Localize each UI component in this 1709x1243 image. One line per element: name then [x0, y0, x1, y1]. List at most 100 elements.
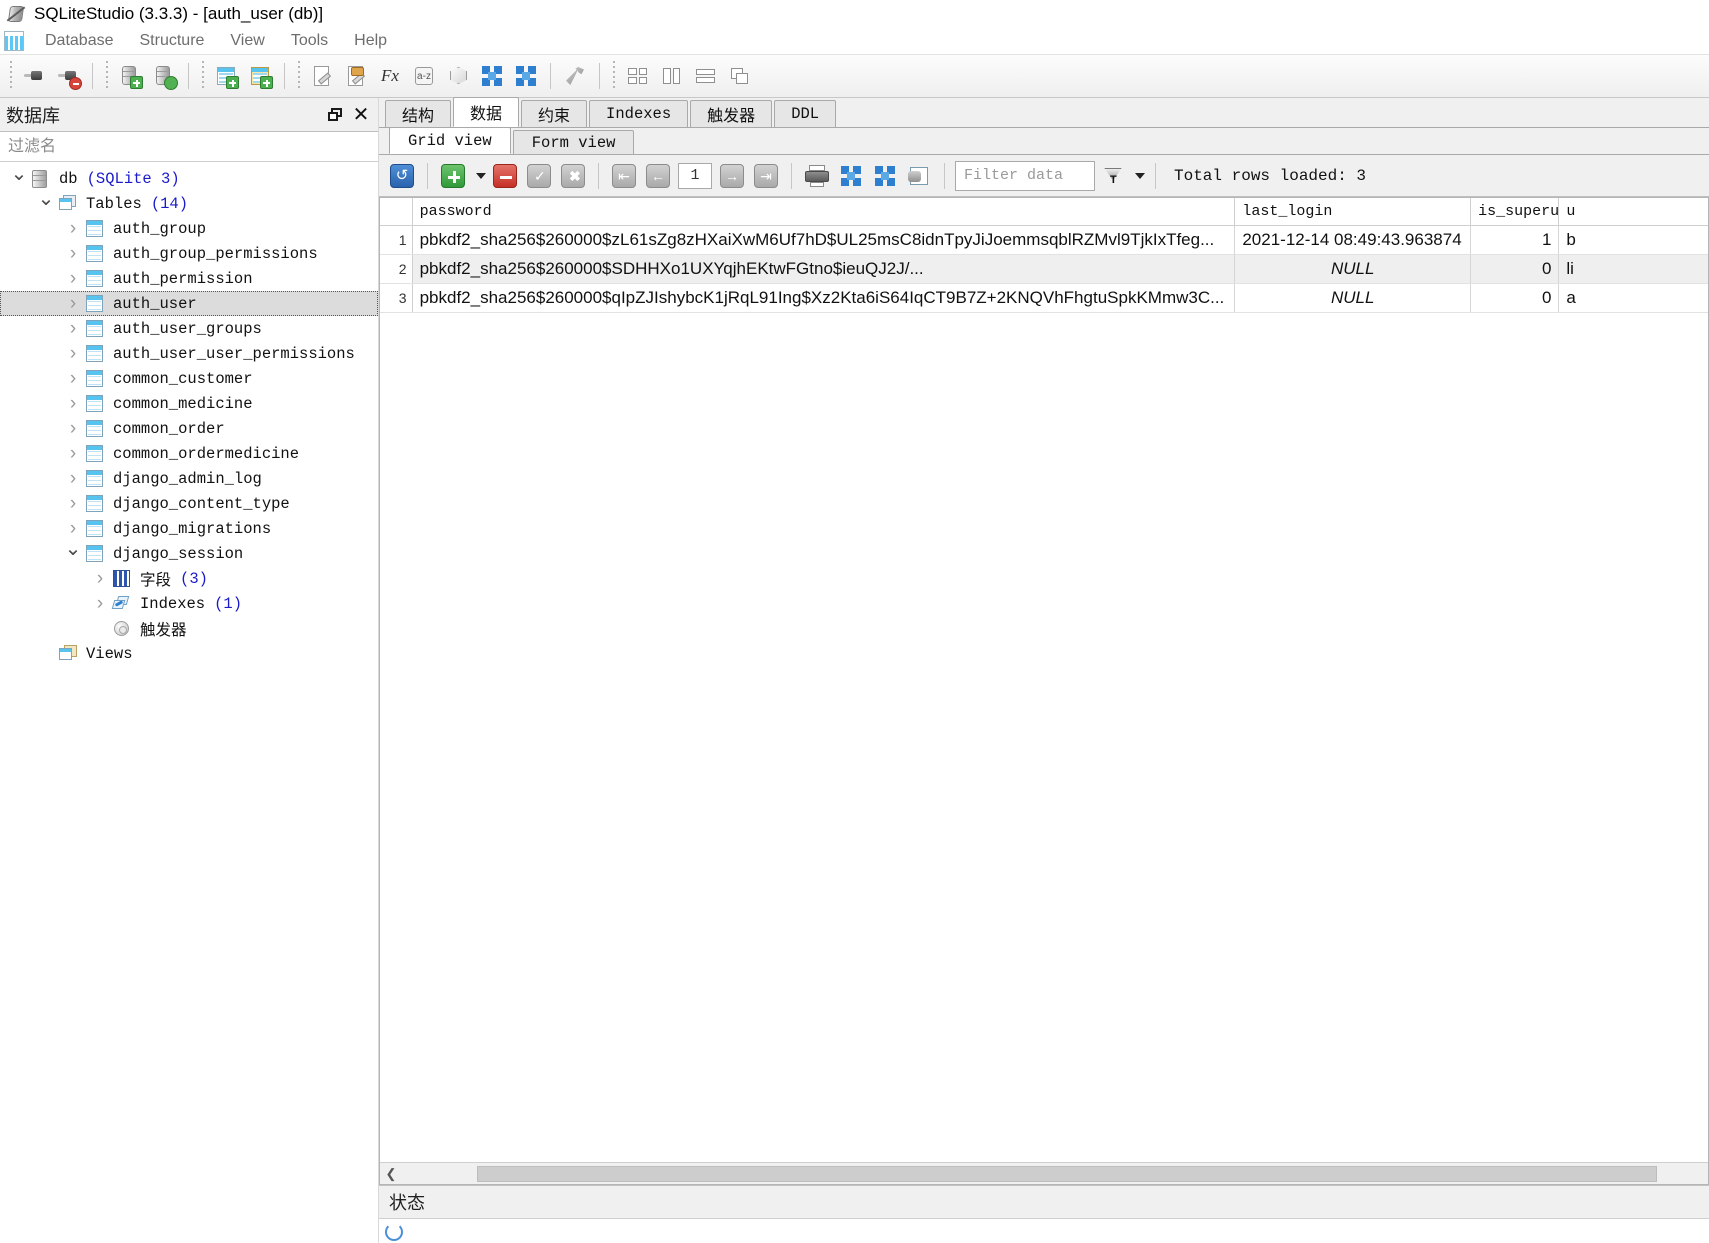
- chevron-down-icon[interactable]: [62, 541, 84, 566]
- tree-node-common-ordermedicine[interactable]: common_ordermedicine: [0, 441, 378, 466]
- chevron-right-icon[interactable]: [62, 468, 84, 490]
- create-table-button[interactable]: [209, 59, 243, 93]
- tab-indexes[interactable]: Indexes: [589, 100, 689, 127]
- chevron-down-icon[interactable]: [35, 191, 57, 216]
- tree-node-django-migrations[interactable]: django_migrations: [0, 516, 378, 541]
- tree-node-triggers[interactable]: 触发器: [0, 616, 378, 641]
- refresh-button[interactable]: ↺: [385, 159, 419, 193]
- first-page-button[interactable]: ⇤: [607, 159, 641, 193]
- grid-export-button[interactable]: [868, 159, 902, 193]
- next-page-button[interactable]: →: [715, 159, 749, 193]
- chevron-right-icon[interactable]: [62, 368, 84, 390]
- chevron-down-icon[interactable]: [8, 166, 30, 191]
- custom-sql-functions-button[interactable]: Fx: [373, 59, 407, 93]
- chevron-right-icon[interactable]: [62, 343, 84, 365]
- tree-node-auth-group[interactable]: auth_group: [0, 216, 378, 241]
- column-header[interactable]: u: [1558, 198, 1708, 226]
- rollback-button[interactable]: ✖: [556, 159, 590, 193]
- chevron-right-icon[interactable]: [62, 293, 84, 315]
- subtab-form-view[interactable]: Form view: [512, 130, 635, 154]
- tile-windows-button[interactable]: [620, 59, 654, 93]
- previous-page-button[interactable]: ←: [641, 159, 675, 193]
- tile-vertically-button[interactable]: [654, 59, 688, 93]
- scroll-left-icon[interactable]: ❮: [380, 1163, 402, 1184]
- chevron-right-icon[interactable]: [62, 318, 84, 340]
- table-editor-tabbar[interactable]: 结构 数据 约束 Indexes 触发器 DDL: [379, 97, 1709, 128]
- commit-button[interactable]: ✓: [522, 159, 556, 193]
- data-grid[interactable]: password last_login is_superu u 1 pbkdf2_sha…: [380, 198, 1708, 313]
- last-page-button[interactable]: ⇥: [749, 159, 783, 193]
- cell-last-login[interactable]: NULL: [1234, 254, 1472, 284]
- chevron-right-icon[interactable]: [62, 418, 84, 440]
- filter-data-input[interactable]: [962, 166, 1088, 185]
- menu-help[interactable]: Help: [341, 29, 400, 53]
- table-row[interactable]: 3 pbkdf2_sha256$260000$qIpZJIshybcK1jRqL9…: [380, 283, 1708, 313]
- tree-node-views[interactable]: Views: [0, 641, 378, 666]
- menu-structure[interactable]: Structure: [127, 29, 218, 53]
- toolbar-grip[interactable]: [199, 61, 206, 91]
- disconnect-from-database-button[interactable]: [51, 59, 85, 93]
- float-dock-button[interactable]: [324, 104, 346, 126]
- toolbar-grip[interactable]: [103, 61, 110, 91]
- horizontal-scroll-thumb[interactable]: [477, 1165, 1657, 1182]
- tab-constraints[interactable]: 约束: [521, 100, 588, 127]
- insert-row-dropdown-button[interactable]: [470, 159, 488, 193]
- filter-mode-button[interactable]: [1095, 159, 1129, 193]
- edit-database-button[interactable]: [147, 59, 181, 93]
- chevron-right-icon[interactable]: [62, 243, 84, 265]
- chevron-right-icon[interactable]: [62, 393, 84, 415]
- column-header[interactable]: is_superu: [1470, 198, 1560, 226]
- table-row[interactable]: 1 pbkdf2_sha256$260000$zL61sZg8zHXaiXwM6U…: [380, 225, 1708, 255]
- cell-last-login[interactable]: 2021-12-14 08:49:43.963874: [1234, 225, 1472, 255]
- add-database-button[interactable]: [113, 59, 147, 93]
- page-number-input[interactable]: 1: [678, 162, 712, 189]
- cell-password[interactable]: pbkdf2_sha256$260000$zL61sZg8zHXaiXwM6Uf…: [412, 225, 1236, 255]
- data-grid-header-row[interactable]: password last_login is_superu u: [380, 198, 1708, 226]
- import-button[interactable]: [475, 59, 509, 93]
- chevron-right-icon[interactable]: [62, 443, 84, 465]
- export-button[interactable]: [509, 59, 543, 93]
- cell-is-superuser[interactable]: 0: [1470, 283, 1560, 313]
- filter-mode-dropdown-button[interactable]: [1129, 159, 1147, 193]
- tree-node-common-customer[interactable]: common_customer: [0, 366, 378, 391]
- menu-database[interactable]: Database: [32, 29, 127, 53]
- delete-row-button[interactable]: [488, 159, 522, 193]
- insert-row-button[interactable]: [436, 159, 470, 193]
- tree-node-common-order[interactable]: common_order: [0, 416, 378, 441]
- open-sql-editor-button[interactable]: [305, 59, 339, 93]
- tree-node-db[interactable]: db (SQLite 3): [0, 166, 378, 191]
- page-number-input-wrap[interactable]: 1: [675, 159, 715, 193]
- open-function-editor-button[interactable]: [339, 59, 373, 93]
- toolbar-grip[interactable]: [295, 61, 302, 91]
- data-view-tabbar[interactable]: Grid view Form view: [379, 127, 1709, 155]
- tab-data[interactable]: 数据: [453, 97, 520, 127]
- table-row[interactable]: 2 pbkdf2_sha256$260000$SDHHXo1UXYqjhEKtwF…: [380, 254, 1708, 284]
- subtab-grid-view[interactable]: Grid view: [389, 127, 511, 154]
- extensions-button[interactable]: [441, 59, 475, 93]
- menu-view[interactable]: View: [217, 29, 277, 53]
- horizontal-scrollbar[interactable]: ❮: [380, 1162, 1708, 1184]
- tree-node-django-content-type[interactable]: django_content_type: [0, 491, 378, 516]
- print-button[interactable]: [800, 159, 834, 193]
- toolbar-grip[interactable]: [7, 61, 14, 91]
- chevron-right-icon[interactable]: [62, 518, 84, 540]
- create-index-button[interactable]: [243, 59, 277, 93]
- chevron-right-icon[interactable]: [62, 268, 84, 290]
- column-header[interactable]: last_login: [1234, 198, 1472, 226]
- menu-tools[interactable]: Tools: [278, 29, 341, 53]
- tree-node-django-session[interactable]: django_session: [0, 541, 378, 566]
- cell-is-superuser[interactable]: 1: [1470, 225, 1560, 255]
- filter-data-box[interactable]: [955, 160, 1095, 191]
- tree-node-common-medicine[interactable]: common_medicine: [0, 391, 378, 416]
- chevron-right-icon[interactable]: [89, 593, 111, 615]
- cell-password[interactable]: pbkdf2_sha256$260000$SDHHXo1UXYqjhEKtwFG…: [412, 254, 1236, 284]
- cell-username[interactable]: b: [1558, 225, 1708, 255]
- tab-ddl[interactable]: DDL: [774, 100, 837, 127]
- chevron-right-icon[interactable]: [62, 493, 84, 515]
- tree-node-indexes[interactable]: Indexes (1): [0, 591, 378, 616]
- tree-node-auth-permission[interactable]: auth_permission: [0, 266, 378, 291]
- cell-password[interactable]: pbkdf2_sha256$260000$qIpZJIshybcK1jRqL91…: [412, 283, 1236, 313]
- toolbar-grip[interactable]: [610, 61, 617, 91]
- tree-node-auth-group-permissions[interactable]: auth_group_permissions: [0, 241, 378, 266]
- populate-table-button[interactable]: [902, 159, 936, 193]
